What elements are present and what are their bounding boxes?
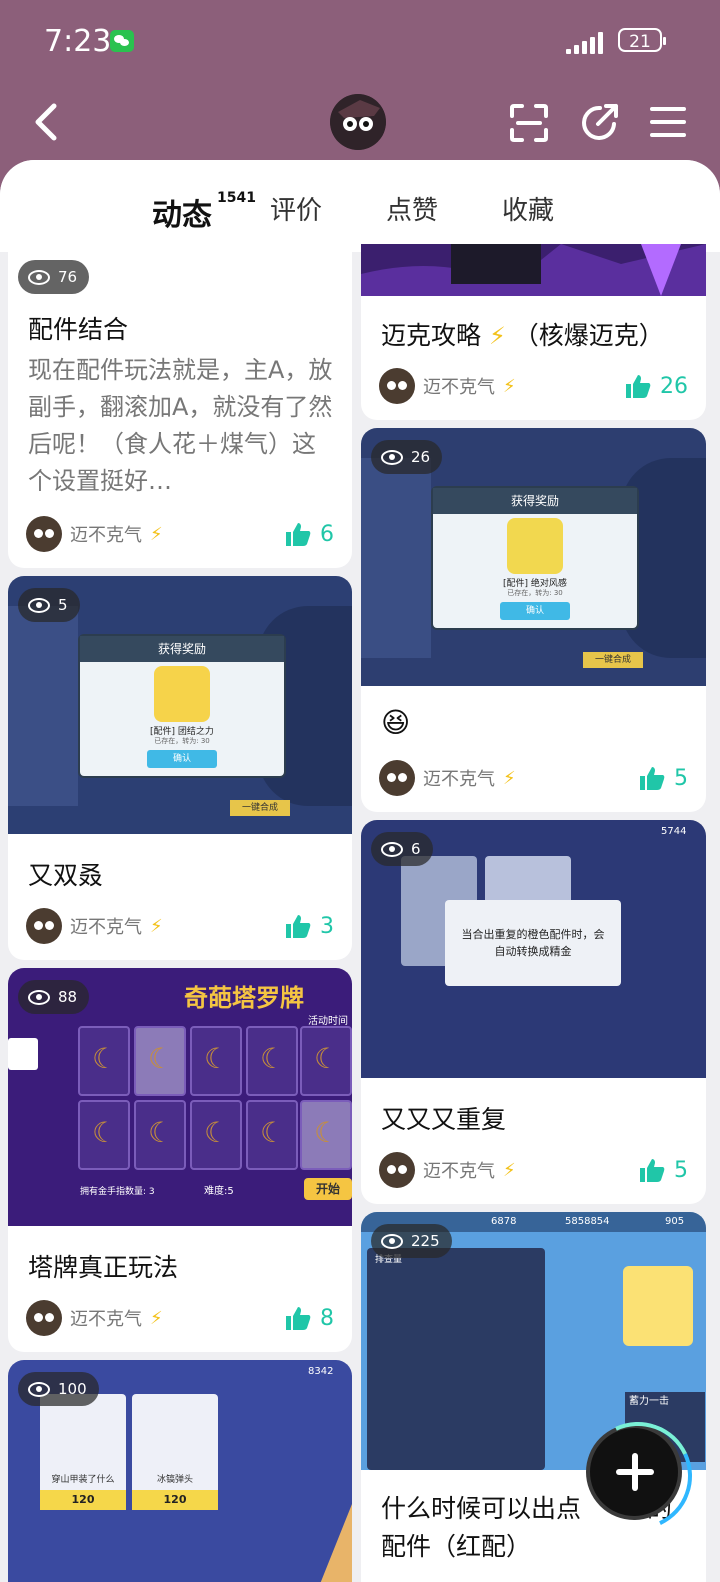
thumbs-up-icon [640,1159,665,1182]
post-card[interactable]: 奇葩塔罗牌 活动时间 拥有金手指数量: 3 难度:5 开始 88 塔牌真正玩法 … [8,968,352,1352]
battery-icon: 21 [618,28,666,52]
thumbs-up-icon [286,523,311,546]
like-button[interactable]: 5 [638,1152,688,1188]
post-author[interactable]: 迈不克气 ⚡ [379,760,516,796]
thumbs-up-icon [626,375,651,398]
lightning-icon: ⚡ [150,915,163,937]
signal-icon [566,30,610,54]
lightning-icon: ⚡ [503,1159,516,1181]
avatar [26,516,62,552]
post-image [361,244,706,296]
back-icon[interactable] [28,100,68,144]
view-count: 26 [371,440,443,474]
create-post-button[interactable] [568,1406,708,1546]
wechat-icon [110,30,134,52]
tab-bar: 动态 1541 评价 点赞 收藏 [0,160,720,252]
post-title: 😆 [381,706,411,739]
content-sheet: 动态 1541 评价 点赞 收藏 76 配件结合 现在配件玩法就是，主A，放副手… [0,160,720,1582]
post-author[interactable]: 迈不克气 ⚡ [379,1152,516,1188]
eye-icon [28,1381,50,1397]
post-author[interactable]: 迈不克气 ⚡ [26,908,163,944]
avatar [26,1300,62,1336]
eye-icon [381,449,403,465]
post-card[interactable]: 获得奖励 [配件] 团结之力 已存在，转为: 30 确认 一键合成 5 又双叒 … [8,576,352,960]
scan-icon[interactable] [508,102,550,144]
post-author[interactable]: 迈不克气 ⚡ [379,368,516,404]
post-card[interactable]: 迈克攻略 ⚡ （核爆迈克） 迈不克气 ⚡ 26 [361,244,706,420]
profile-avatar[interactable] [330,94,386,150]
view-count: 225 [371,1224,452,1258]
thumbs-up-icon [286,1307,311,1330]
like-button[interactable]: 8 [284,1300,334,1336]
like-button[interactable]: 5 [638,760,688,796]
lightning-icon: ⚡ [503,767,516,789]
view-count: 100 [18,1372,99,1406]
post-card[interactable]: 76 配件结合 现在配件玩法就是，主A，放副手，翻滚加A，就没有了然后呢！（食人… [8,244,352,568]
share-icon[interactable] [578,100,622,144]
post-title: 迈克攻略 ⚡ （核爆迈克） [381,321,664,350]
thumbs-up-icon [640,767,665,790]
like-button[interactable]: 26 [624,368,688,404]
post-excerpt: 现在配件玩法就是，主A，放副手，翻滚加A，就没有了然后呢！（食人花＋煤气）这个设… [28,356,333,495]
post-card[interactable]: 获得奖励 [配件] 绝对风感 已存在，转为: 30 确认 一键合成 26 😆 迈… [361,428,706,812]
eye-icon [381,841,403,857]
avatar [379,368,415,404]
post-title: 又双叒 [28,861,104,890]
view-count: 6 [371,832,433,866]
avatar [379,760,415,796]
avatar [379,1152,415,1188]
tab-dynamic[interactable]: 动态 [152,190,212,234]
eye-icon [28,269,50,285]
eye-icon [28,597,50,613]
view-count: 5 [18,588,80,622]
eye-icon [381,1233,403,1249]
lightning-icon: ⚡ [150,1307,163,1329]
view-count: 88 [18,980,90,1014]
view-count: 76 [18,260,90,294]
post-author[interactable]: 迈不克气 ⚡ [26,516,163,552]
like-button[interactable]: 6 [284,516,334,552]
lightning-icon: ⚡ [150,523,163,545]
status-time: 7:23 [44,24,112,59]
avatar [26,908,62,944]
post-title: 又又又重复 [381,1105,507,1134]
tab-review[interactable]: 评价 [270,190,322,227]
post-title: 配件结合 [28,315,129,344]
post-title: 塔牌真正玩法 [28,1253,179,1282]
eye-icon [28,989,50,1005]
like-button[interactable]: 3 [284,908,334,944]
reward-dialog: 获得奖励 [配件] 团结之力 已存在，转为: 30 确认 [78,634,286,778]
post-card[interactable]: 5744 当合出重复的橙色配件时，会自动转换成精金 6 又又又重复 迈不克气 ⚡… [361,820,706,1204]
tab-likes[interactable]: 点赞 [386,190,438,227]
reward-dialog: 获得奖励 [配件] 绝对风感 已存在，转为: 30 确认 [431,486,639,630]
tab-favorites[interactable]: 收藏 [502,190,554,227]
lightning-icon: ⚡ [488,322,506,350]
tab-dynamic-count: 1541 [217,190,256,206]
thumbs-up-icon [286,915,311,938]
post-author[interactable]: 迈不克气 ⚡ [26,1300,163,1336]
lightning-icon: ⚡ [503,375,516,397]
post-card[interactable]: 8342 穿山甲装了什么 冰镐弹头 120 120 100 [8,1360,352,1582]
menu-icon[interactable] [648,104,688,140]
